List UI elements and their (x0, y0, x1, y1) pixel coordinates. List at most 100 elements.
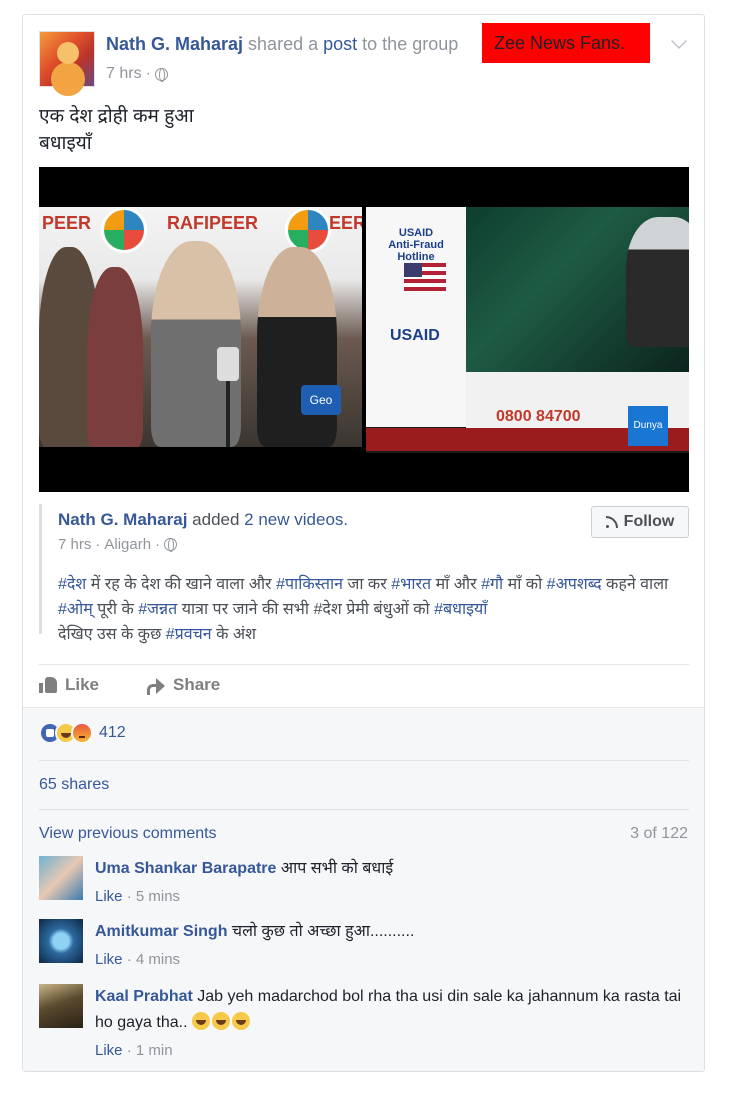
shared-text-segment: माँ और (431, 576, 482, 593)
comment-meta: Like · 1 min (95, 1038, 685, 1064)
comment-meta: Like · 5 mins (95, 884, 685, 910)
hashtag-link[interactable]: #प्रवचन (166, 626, 212, 643)
group-text: to the group (362, 34, 459, 54)
author-link[interactable]: Nath G. Maharaj (106, 34, 243, 54)
comment-time[interactable]: 1 min (136, 1042, 173, 1059)
shared-text-segment: कहने वाला (601, 576, 669, 593)
share-button[interactable]: Share (147, 675, 220, 695)
meta-separator: · (126, 951, 136, 968)
chevron-down-icon[interactable] (671, 33, 687, 49)
meta-separator: · (145, 65, 151, 82)
comment-meta: Like · 4 mins (95, 947, 685, 973)
channel-logo: Dunya (628, 406, 668, 446)
laughing-emoji-icon (191, 1012, 210, 1030)
us-flag-icon (404, 263, 446, 291)
shared-text-segment: में रह के देश की खाने वाला और (86, 576, 277, 593)
reaction-count: 412 (99, 724, 126, 741)
commenter-name[interactable]: Uma Shankar Barapatre (95, 860, 276, 877)
action-bar: Like Share (39, 664, 689, 707)
share-arrow-icon (147, 678, 165, 695)
hashtag-link[interactable]: #देश (58, 576, 86, 593)
comment-like-button[interactable]: Like (95, 951, 123, 968)
microphone-icon (217, 347, 239, 381)
new-videos-link[interactable]: 2 new videos. (244, 510, 348, 529)
comment-text: आप सभी को बधाई (280, 860, 394, 877)
share-label: Share (173, 675, 221, 694)
usaid-logo: USAID (390, 327, 440, 344)
usaid-title: USAID Anti-Fraud Hotline (378, 227, 454, 263)
shared-text-segment: जा कर (343, 576, 392, 593)
globe-icon[interactable] (154, 67, 168, 82)
comment-text: चलो कुछ तो अच्छा हुआ.......... (231, 923, 415, 940)
comment-like-button[interactable]: Like (95, 1042, 123, 1059)
video-thumbnail-2[interactable]: USAID Anti-Fraud Hotline USAID 0800 8470… (366, 167, 689, 492)
comment-body: Uma Shankar Barapatre आप सभी को बधाई Lik… (95, 856, 685, 910)
usaid-title-line: USAID (398, 227, 434, 239)
author-avatar[interactable] (39, 31, 95, 87)
hashtag-link[interactable]: #ओम् (58, 601, 93, 618)
post-text-line: बधाइयाँ (39, 133, 92, 154)
post-card: Nath G. Maharaj shared a post to the gro… (22, 14, 705, 1072)
commenter-avatar[interactable] (39, 919, 83, 963)
video-1-scene: PEER RAFIPEER EER Geo (39, 207, 362, 447)
hashtag-link[interactable]: #गौ (481, 576, 503, 593)
view-previous-comments[interactable]: View previous comments (39, 825, 217, 843)
post-link[interactable]: post (323, 34, 357, 54)
usaid-panel: USAID Anti-Fraud Hotline USAID (366, 207, 466, 427)
commenter-name[interactable]: Amitkumar Singh (95, 923, 227, 940)
shared-time[interactable]: 7 hrs (58, 536, 91, 553)
commenter-avatar[interactable] (39, 984, 83, 1028)
comment-time[interactable]: 5 mins (136, 888, 180, 905)
channel-badge: Geo (301, 385, 341, 415)
shared-text-segment: पूरी के (92, 601, 139, 618)
hashtag-link[interactable]: #बधाइयाँ (434, 601, 487, 618)
banner-text: PEER (42, 213, 92, 233)
meta-separator: · (126, 888, 136, 905)
hashtag-link[interactable]: #पाकिस्तान (276, 576, 343, 593)
commenter-avatar[interactable] (39, 856, 83, 900)
globe-icon[interactable] (164, 538, 178, 552)
rss-icon (605, 516, 618, 528)
laughing-emoji-icon (231, 1012, 250, 1030)
comment-body: Kaal Prabhat Jab yeh madarchod bol rha t… (95, 984, 685, 1064)
group-link[interactable]: Zee News Fans. (482, 23, 650, 63)
post-time[interactable]: 7 hrs (106, 65, 142, 83)
shared-post: Nath G. Maharaj added 2 new videos. 7 hr… (39, 504, 689, 643)
emoji-group (191, 1012, 252, 1031)
like-label: Like (65, 675, 100, 694)
shared-header: Nath G. Maharaj added 2 new videos. (58, 510, 348, 530)
laughing-emoji-icon (211, 1012, 230, 1030)
video-2-scene: USAID Anti-Fraud Hotline USAID 0800 8470… (366, 207, 689, 453)
usaid-title-line: Hotline (397, 251, 435, 263)
like-button[interactable]: Like (39, 675, 99, 695)
angry-reaction-icon (71, 722, 93, 744)
shared-location[interactable]: Aligarh (104, 536, 151, 553)
ticker-strip (466, 372, 689, 406)
speaker-figure (626, 217, 689, 347)
shared-text-line: देखिए उस के कुछ #प्रवचन के अंश (58, 622, 698, 647)
studio-background (466, 207, 689, 372)
comment-time[interactable]: 4 mins (136, 951, 180, 968)
divider (39, 760, 689, 761)
shared-text-segment: यात्रा पर जाने की सभी #देश प्रेमी बंधुओं… (177, 601, 435, 618)
shares-link[interactable]: 65 shares (39, 776, 109, 794)
hashtag-link[interactable]: #भारत (391, 576, 431, 593)
video-thumbnail-1[interactable]: PEER RAFIPEER EER Geo (39, 167, 362, 492)
thumbs-up-icon (39, 677, 57, 693)
hashtag-link[interactable]: #अपशब्द (547, 576, 602, 593)
shared-text-segment: माँ को (503, 576, 547, 593)
person-figure (87, 267, 143, 447)
shared-author-link[interactable]: Nath G. Maharaj (58, 510, 187, 529)
commenter-name[interactable]: Kaal Prabhat (95, 988, 193, 1005)
post-text-line: एक देश द्रोही कम हुआ (39, 106, 194, 127)
hashtag-link[interactable]: #जन्नत (138, 601, 177, 618)
follow-button[interactable]: Follow (591, 506, 689, 538)
added-text: added (192, 510, 240, 529)
reaction-summary[interactable]: 412 (39, 722, 126, 744)
comment-count: 3 of 122 (630, 825, 688, 842)
mic-stand (226, 381, 230, 447)
comment-like-button[interactable]: Like (95, 888, 123, 905)
person-figure (257, 247, 337, 447)
shared-text: #देश में रह के देश की खाने वाला और #पाकि… (58, 572, 698, 647)
shared-text-segment: देखिए उस के कुछ (58, 626, 166, 643)
